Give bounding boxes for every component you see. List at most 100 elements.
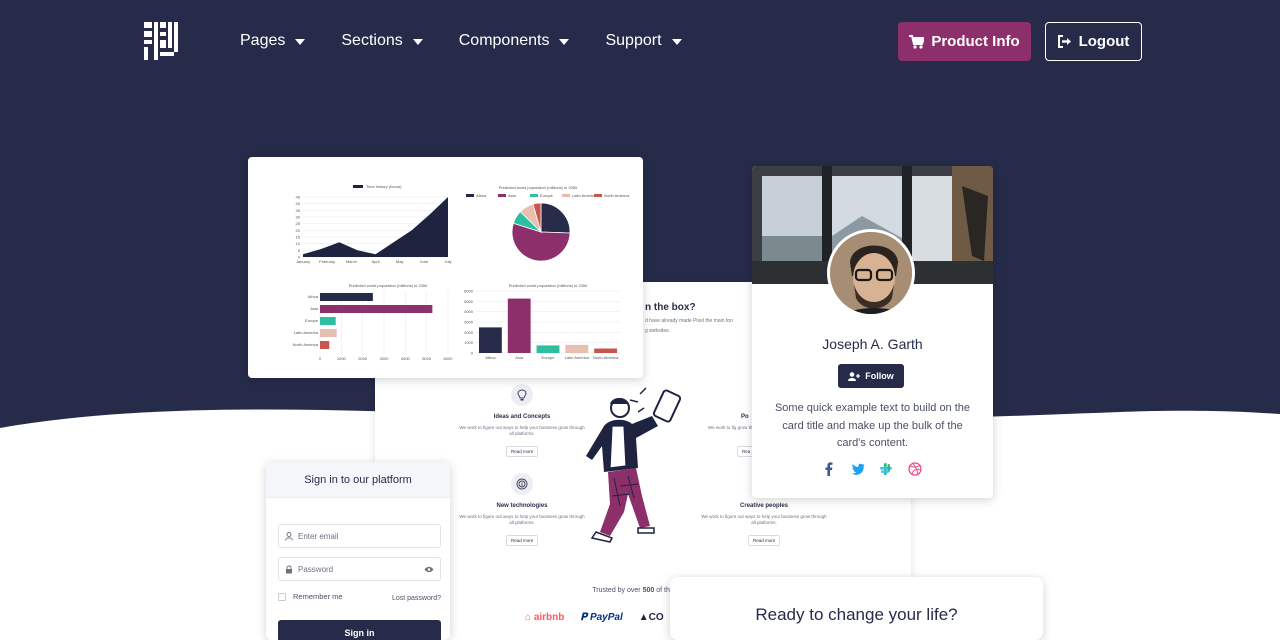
charts-svg: 0 5 1015 20 2530 35 4045 January February March Ap…	[293, 184, 630, 361]
password-placeholder: Password	[298, 564, 334, 574]
chart-tick-label: 2000	[358, 356, 368, 361]
feature-title: Ideas and Concepts	[493, 414, 551, 420]
chart-tick-label: 0	[319, 356, 322, 361]
avatar	[827, 229, 915, 317]
chart-category-label: Europe	[305, 318, 319, 323]
user-icon	[285, 531, 293, 541]
email-field[interactable]: Enter email	[278, 524, 441, 548]
remember-label: Remember me	[293, 592, 343, 601]
legend-swatch	[562, 194, 570, 197]
logout-label: Logout	[1078, 33, 1130, 50]
remember-me[interactable]: Remember me	[278, 592, 343, 601]
menu-support[interactable]: Support	[605, 30, 682, 52]
bar	[320, 293, 373, 301]
lost-password-link[interactable]: Lost password?	[392, 595, 441, 602]
brand-paypal: PayPal	[589, 612, 623, 623]
user-plus-icon	[848, 371, 861, 381]
social-links	[822, 462, 922, 476]
facebook-icon[interactable]	[822, 462, 836, 476]
legend-label: Europe	[540, 193, 554, 198]
chart-tick-label: 5	[298, 248, 301, 253]
sign-out-icon	[1057, 35, 1072, 48]
main-menu: Pages Sections Components Support	[240, 30, 718, 52]
brand-third: CO	[648, 612, 664, 623]
feature-text: We work to fig grow th	[708, 425, 753, 430]
chart-x-label: January	[296, 259, 310, 264]
menu-components-label: Components	[458, 32, 550, 49]
chart-category-label: Asia	[310, 306, 319, 311]
menu-sections-label: Sections	[341, 32, 403, 49]
chart-category-label: Latin America	[565, 355, 590, 360]
chart-category-label: Asia	[515, 355, 524, 360]
landing-text-2: g websites.	[645, 328, 671, 334]
menu-pages[interactable]: Pages	[240, 30, 306, 52]
chevron-down-icon	[559, 38, 570, 45]
feature-title: Creative peoples	[739, 503, 789, 509]
remember-checkbox[interactable]	[278, 592, 286, 601]
logo-icon[interactable]	[144, 22, 178, 60]
legend-swatch	[594, 194, 602, 197]
chart-tick-label: 25	[296, 221, 301, 226]
chart-tick-label: 35	[296, 208, 301, 213]
logout-button[interactable]: Logout	[1045, 22, 1142, 61]
legend-swatch	[466, 194, 474, 197]
profile-card: Joseph A. Garth Follow Some quick exampl…	[752, 166, 993, 498]
chart-title: Predicted world population (millions) in…	[509, 283, 588, 288]
chart-category-label: North America	[293, 342, 319, 347]
chart-tick-label: 6000	[464, 289, 474, 294]
paypal-logo: 𝐏 PayPal	[580, 612, 623, 623]
pie-slice	[540, 202, 571, 234]
chart-x-label: April	[371, 259, 379, 264]
menu-sections[interactable]: Sections	[341, 30, 423, 52]
lock-icon	[286, 565, 292, 573]
eye-icon[interactable]	[424, 566, 434, 573]
chart-tick-label: 1000	[337, 356, 347, 361]
cta-title: Ready to change your life?	[755, 605, 958, 624]
chart-tick-label: 2000	[464, 330, 474, 335]
legend-label: Latin America	[572, 193, 597, 198]
chart-title: Predicted world population (millions) in…	[349, 283, 428, 288]
slack-icon[interactable]	[879, 462, 893, 476]
chart-tick-label: 4000	[464, 309, 474, 314]
chart-title: Predicted world population (millions) in…	[499, 185, 578, 190]
product-info-label: Product Info	[931, 33, 1020, 50]
chart-category-label: Africa	[485, 355, 496, 360]
bar	[320, 317, 336, 325]
legend-label: Africa	[476, 193, 487, 198]
feature-read-more[interactable]: Read more	[748, 535, 781, 546]
bar	[479, 327, 502, 353]
chart-tick-label: 10	[296, 241, 301, 246]
profile-name: Joseph A. Garth	[822, 336, 923, 352]
bar	[565, 344, 589, 353]
feature-text: We work to figure out ways to help your …	[459, 425, 585, 436]
area-series	[303, 197, 448, 257]
chart-tick-label: 5000	[464, 299, 474, 304]
legend-swatch	[498, 194, 506, 197]
chart-x-label: February	[319, 259, 335, 264]
menu-support-label: Support	[605, 32, 662, 49]
fingerprint-icon	[511, 473, 533, 495]
signin-title: Sign in to our platform	[266, 462, 450, 498]
email-placeholder: Enter email	[298, 531, 339, 541]
signin-button[interactable]: Sign in	[278, 620, 441, 640]
dribbble-icon[interactable]	[908, 462, 922, 476]
twitter-icon[interactable]	[851, 462, 865, 476]
landing-text-1: d have already made Pixel the main too	[645, 318, 733, 324]
menu-components[interactable]: Components	[459, 30, 570, 52]
chart-tick-label: 6000	[444, 356, 454, 361]
bar	[536, 345, 560, 353]
bar	[594, 348, 617, 353]
cta-card: Ready to change your life?	[670, 577, 1043, 640]
follow-button[interactable]: Follow	[838, 364, 904, 388]
feature-text: We work to figure out ways to help your …	[459, 514, 585, 525]
password-field[interactable]: Password	[278, 557, 441, 581]
chart-x-label: June	[419, 259, 428, 264]
airbnb-logo: ⌂ airbnb	[525, 612, 565, 623]
feature-read-more[interactable]: Read more	[506, 535, 539, 546]
chevron-down-icon	[295, 38, 306, 45]
feature-read-more[interactable]: Read more	[506, 446, 539, 457]
chart-tick-label: 4000	[401, 356, 411, 361]
chart-category-label: North America	[593, 355, 619, 360]
product-info-button[interactable]: Product Info	[898, 22, 1031, 61]
legend-label: Time history (hours)	[366, 184, 402, 189]
